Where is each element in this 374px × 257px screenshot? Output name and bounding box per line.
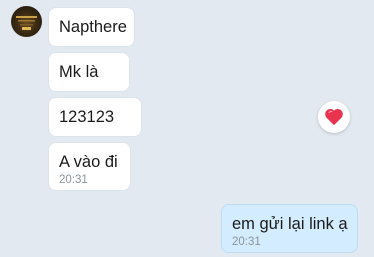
sender-avatar[interactable] [11, 6, 42, 37]
message-bubble-outgoing[interactable]: em gửi lại link ạ 20:31 [221, 204, 358, 253]
reaction-button[interactable] [318, 101, 350, 133]
message-text: Napthere [59, 18, 127, 36]
message-bubble-incoming[interactable]: 123123 [48, 97, 142, 137]
message-bubble-incoming[interactable]: Napthere [48, 7, 135, 47]
message-timestamp: 20:31 [232, 236, 261, 248]
message-text: Mk là [59, 63, 99, 81]
message-text: A vào đi [59, 153, 118, 171]
message-text: em gửi lại link ạ [232, 215, 348, 233]
message-timestamp: 20:31 [59, 174, 88, 186]
message-bubble-incoming[interactable]: A vào đi 20:31 [48, 142, 131, 191]
message-bubble-incoming[interactable]: Mk là [48, 52, 130, 92]
heart-icon [325, 108, 343, 126]
message-text: 123123 [59, 108, 115, 126]
